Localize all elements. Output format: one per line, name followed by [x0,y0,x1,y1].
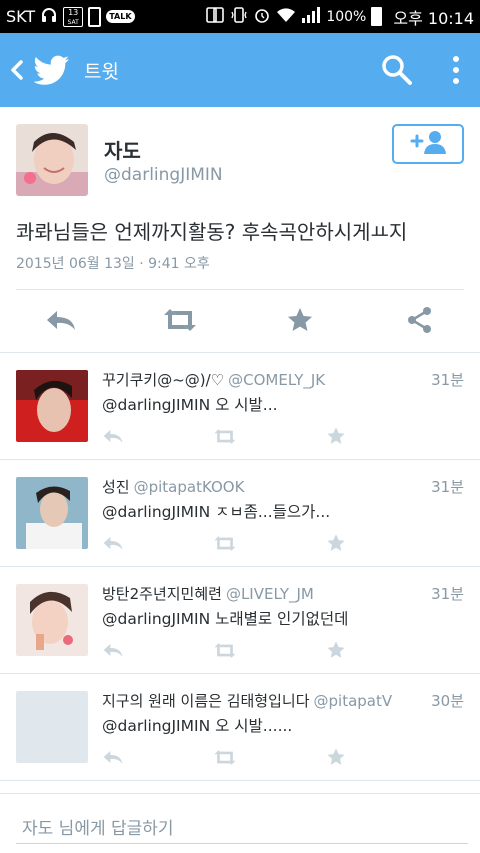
reply-author-handle[interactable]: @COMELY_JK [228,371,325,389]
reply-text: @darlingJIMIN 노래별로 인기없던데 [102,610,349,628]
reply-tweet[interactable]: 방탄2주년지민혜련 @LIVELY_JM 31분 @darlingJIMIN 노래… [0,567,480,674]
reply-composer: 자도 님에게 답글하기 [0,793,480,853]
share-icon[interactable] [402,304,438,336]
chevron-left-icon[interactable] [0,33,34,107]
reply-icon[interactable] [100,532,126,554]
divider [16,289,464,290]
avatar[interactable] [16,691,88,763]
follow-button[interactable] [392,124,464,164]
reply-text: @darlingJIMIN 오 시발... [102,396,278,414]
reply-icon[interactable] [100,746,126,768]
avatar[interactable] [16,477,88,549]
star-icon[interactable] [323,639,349,661]
author-name[interactable]: 자도 [104,135,141,164]
reply-icon[interactable] [100,425,126,447]
search-icon[interactable] [380,53,414,87]
reply-input[interactable]: 자도 님에게 답글하기 [16,808,468,844]
sync-icon [205,6,225,28]
carrier-label: SKT [6,7,36,26]
battery-icon [371,7,383,26]
status-bar: SKT 13 SAT TALK 100% 오후 10:14 [0,0,480,33]
retweet-icon[interactable] [162,304,198,336]
star-icon[interactable] [323,746,349,768]
reply-text: @darlingJIMIN ㅈㅂ좀...들으가... [102,503,331,521]
reply-author-handle[interactable]: @pitapatKOOK [134,478,245,496]
star-icon[interactable] [323,425,349,447]
star-icon[interactable] [323,532,349,554]
reply-author-name[interactable]: 방탄2주년지민혜련 [102,585,222,603]
author-handle[interactable]: @darlingJIMIN [104,165,223,185]
retweet-icon[interactable] [212,532,238,554]
battery-percent: 100% [326,8,367,25]
reply-time: 31분 [431,478,464,496]
kakaotalk-icon: TALK [106,10,135,23]
reply-author-handle[interactable]: @pitapatV [314,692,393,710]
calendar-icon: 13 SAT [63,6,84,27]
wifi-icon [276,6,296,28]
avatar[interactable] [16,370,88,442]
reply-text: @darlingJIMIN 오 시발...... [102,717,293,735]
retweet-icon[interactable] [212,425,238,447]
retweet-icon[interactable] [212,746,238,768]
reply-icon[interactable] [43,304,79,336]
reply-author-handle[interactable]: @LIVELY_JM [226,585,314,603]
tweet-timestamp: 2015년 06월 13일 · 9:41 오후 [16,256,210,272]
main-tweet: 자도 @darlingJIMIN 콰롸님들은 언제까지활동? 후속곡안하시게ㅛ지… [0,107,480,353]
reply-icon[interactable] [100,639,126,661]
overflow-menu-icon[interactable] [444,53,468,87]
app-bar: 트윗 [0,33,480,107]
reply-tweet[interactable]: 성진 @pitapatKOOK 31분 @darlingJIMIN ㅈㅂ좀...들… [0,460,480,567]
follow-user-icon [408,129,448,159]
reply-time: 31분 [431,371,464,389]
reply-author-name[interactable]: 성진 [102,478,130,496]
reply-tweet[interactable]: 지구의 원래 이름은 김태형입니다 @pitapatV 30분 @darlingJ… [0,674,480,781]
clock: 오후 10:14 [393,8,474,28]
alarm-icon [253,6,271,28]
page-title: 트윗 [84,60,119,83]
reply-time: 30분 [431,692,464,710]
retweet-icon[interactable] [212,639,238,661]
reply-author-name[interactable]: 지구의 원래 이름은 김태형입니다 [102,692,310,710]
twitter-bird-icon [34,50,74,90]
avatar[interactable] [16,584,88,656]
avatar[interactable] [16,124,88,196]
star-icon[interactable] [282,304,318,336]
signal-icon [301,6,321,28]
reply-tweet[interactable]: 꾸기쿠키@~@)/♡ @COMELY_JK 31분 @darlingJIMIN 오… [0,353,480,460]
reply-time: 31분 [431,585,464,603]
headset-icon [40,6,58,28]
tweet-text: 콰롸님들은 언제까지활동? 후속곡안하시게ㅛ지 [16,220,408,244]
reply-author-name[interactable]: 꾸기쿠키@~@)/♡ [102,371,224,389]
vibrate-icon [230,6,248,28]
phone-icon [88,6,102,27]
